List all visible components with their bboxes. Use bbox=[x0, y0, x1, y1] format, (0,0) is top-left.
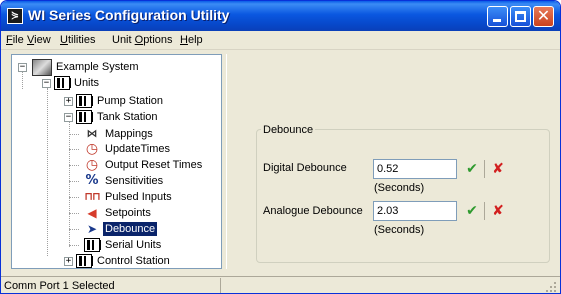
tree-node-label: Pulsed Inputs bbox=[105, 191, 172, 203]
debounce-icon: ➤ bbox=[86, 222, 98, 236]
tree-node-label: Pump Station bbox=[97, 95, 164, 107]
unit-icon bbox=[76, 254, 93, 268]
tree-line bbox=[69, 197, 79, 198]
tree-node-label: Example System bbox=[56, 61, 139, 73]
window-title: WI Series Configuration Utility bbox=[28, 7, 230, 23]
check-icon: ✔ bbox=[466, 203, 478, 219]
tree-node-tank-station[interactable]: − Tank Station bbox=[64, 110, 214, 124]
tree-line bbox=[69, 245, 79, 246]
clock-icon: ◷ bbox=[85, 141, 99, 157]
analogue-units: (Seconds) bbox=[374, 224, 425, 236]
digital-units: (Seconds) bbox=[374, 182, 425, 194]
tree-node-pulsed-inputs[interactable]: ⊓⊓ Pulsed Inputs bbox=[69, 190, 221, 204]
tree-node-serial-units[interactable]: Serial Units bbox=[69, 238, 221, 252]
analogue-debounce-label: Analogue Debounce bbox=[263, 205, 363, 217]
tree-node-label: Tank Station bbox=[97, 111, 158, 123]
collapse-icon[interactable]: − bbox=[64, 113, 73, 122]
group-title: Debounce bbox=[261, 124, 316, 136]
collapse-icon[interactable]: − bbox=[42, 79, 51, 88]
menu-utilities[interactable]: Utilities bbox=[60, 34, 95, 46]
tree-node-label: Mappings bbox=[105, 128, 153, 140]
tree-node-label: Serial Units bbox=[105, 239, 162, 251]
digital-debounce-input[interactable] bbox=[373, 159, 457, 179]
tree-node-mappings[interactable]: ⋈ Mappings bbox=[69, 127, 221, 141]
tree-node-output-reset-times[interactable]: ◷ Output Reset Times bbox=[69, 157, 221, 173]
tree-line bbox=[69, 149, 79, 150]
minimize-icon bbox=[493, 19, 501, 22]
pulse-icon: ⊓⊓ bbox=[84, 190, 101, 203]
tree-line bbox=[69, 213, 79, 214]
debounce-group bbox=[256, 129, 550, 263]
analogue-debounce-input[interactable] bbox=[373, 201, 457, 221]
menu-unit-options[interactable]: Unit Options bbox=[112, 34, 173, 46]
menu-file[interactable]: File bbox=[6, 34, 24, 46]
tree-node-label: Output Reset Times bbox=[105, 159, 203, 171]
minimize-button[interactable] bbox=[487, 6, 508, 27]
tree-line bbox=[69, 134, 79, 135]
tree-node-debounce[interactable]: ➤ Debounce bbox=[69, 222, 221, 236]
analogue-accept-button[interactable]: ✔ bbox=[461, 201, 483, 221]
digital-accept-button[interactable]: ✔ bbox=[461, 159, 483, 179]
clock-icon: ◷ bbox=[85, 157, 99, 173]
digital-debounce-label: Digital Debounce bbox=[263, 162, 347, 174]
check-icon: ✔ bbox=[466, 161, 478, 177]
tree-line bbox=[47, 88, 48, 256]
tree-node-label: Setpoints bbox=[105, 207, 151, 219]
resize-grip-icon[interactable] bbox=[545, 281, 557, 293]
tree-node-label: Sensitivities bbox=[105, 175, 164, 187]
setpoint-icon: ◀ bbox=[87, 206, 97, 220]
title-bar[interactable]: ⋟ WI Series Configuration Utility ✕ bbox=[1, 1, 560, 31]
status-divider bbox=[220, 278, 221, 293]
app-icon: ⋟ bbox=[7, 8, 23, 24]
main-window: ⋟ WI Series Configuration Utility ✕ File… bbox=[0, 0, 561, 294]
cross-icon: ✘ bbox=[492, 161, 504, 177]
expand-icon[interactable]: + bbox=[64, 97, 73, 106]
unit-icon bbox=[76, 94, 93, 108]
menu-help[interactable]: Help bbox=[180, 34, 203, 46]
menu-bar: File View Utilities Unit Options Help bbox=[1, 31, 560, 50]
tree-node-label: Control Station bbox=[97, 255, 170, 267]
tree-node-pump-station[interactable]: + Pump Station bbox=[64, 94, 214, 108]
maximize-button[interactable] bbox=[510, 6, 531, 27]
tree-line bbox=[69, 229, 79, 230]
tree-node-sensitivities[interactable]: % Sensitivities bbox=[69, 173, 221, 188]
close-button[interactable]: ✕ bbox=[533, 6, 554, 27]
tree-node-control-station[interactable]: + Control Station bbox=[64, 254, 214, 268]
tree-node-label: UpdateTimes bbox=[105, 143, 171, 155]
tree-view[interactable]: − Example System − Units + Pump Station … bbox=[11, 54, 222, 269]
close-icon: ✕ bbox=[536, 6, 551, 25]
maximize-icon bbox=[515, 11, 526, 22]
status-text: Comm Port 1 Selected bbox=[4, 280, 115, 292]
tree-node-setpoints[interactable]: ◀ Setpoints bbox=[69, 206, 221, 220]
expand-icon[interactable]: + bbox=[64, 257, 73, 266]
tree-line bbox=[69, 181, 79, 182]
digital-reject-button[interactable]: ✘ bbox=[487, 159, 509, 179]
unit-icon bbox=[54, 76, 71, 90]
tree-node-updatetimes[interactable]: ◷ UpdateTimes bbox=[69, 141, 221, 157]
mappings-icon: ⋈ bbox=[86, 127, 98, 140]
tree-node-root[interactable]: − Example System bbox=[18, 59, 198, 76]
menu-view[interactable]: View bbox=[27, 34, 51, 46]
percent-icon: % bbox=[85, 173, 99, 188]
status-bar: Comm Port 1 Selected bbox=[1, 276, 560, 293]
tree-node-label: Units bbox=[74, 77, 100, 89]
tree-line bbox=[69, 119, 70, 247]
cross-icon: ✘ bbox=[492, 203, 504, 219]
analogue-reject-button[interactable]: ✘ bbox=[487, 201, 509, 221]
unit-icon bbox=[76, 110, 93, 124]
separator bbox=[484, 160, 485, 178]
tree-line bbox=[69, 165, 79, 166]
tree-node-label: Debounce bbox=[103, 222, 158, 236]
tree-node-units[interactable]: − Units bbox=[42, 76, 192, 90]
system-icon bbox=[32, 59, 52, 76]
unit-icon bbox=[84, 238, 101, 252]
separator bbox=[484, 202, 485, 220]
collapse-icon[interactable]: − bbox=[18, 63, 27, 72]
